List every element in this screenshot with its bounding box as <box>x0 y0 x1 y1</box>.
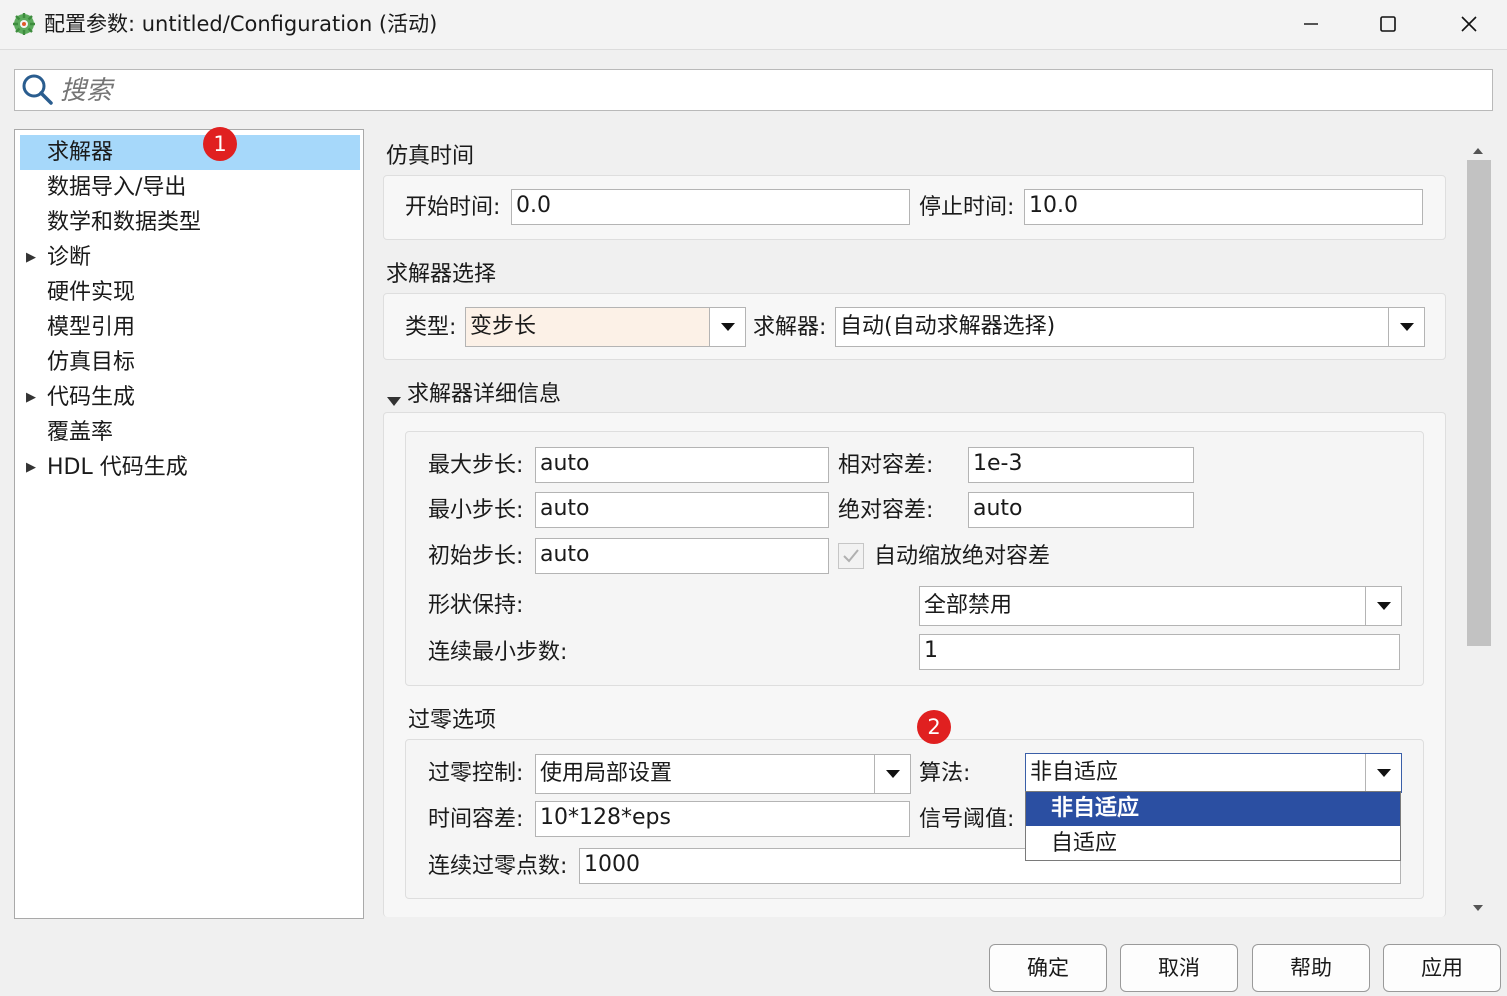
minimize-icon <box>1304 23 1318 25</box>
tree-item-label: 硬件实现 <box>47 280 136 305</box>
zc-control-select[interactable]: 使用局部设置 <box>535 754 911 794</box>
max-step-label: 最大步长: <box>428 453 524 478</box>
abs-tol-input[interactable]: auto <box>968 492 1194 528</box>
checkmark-icon <box>843 549 859 563</box>
shape-preserve-select[interactable]: 全部禁用 <box>919 586 1402 626</box>
app-gear-icon <box>13 13 35 35</box>
solver-select-value: 自动(自动求解器选择) <box>840 314 1056 339</box>
type-label: 类型: <box>405 315 457 340</box>
chevron-down-icon[interactable] <box>1388 308 1424 346</box>
zc-control-label: 过零控制: <box>428 761 524 786</box>
rel-tol-label: 相对容差: <box>838 453 934 478</box>
start-time-input[interactable]: 0.0 <box>511 189 910 225</box>
tree-item-solver[interactable]: 求解器 <box>20 135 360 170</box>
help-button[interactable]: 帮助 <box>1252 944 1370 992</box>
collapse-arrow-icon[interactable] <box>386 390 402 406</box>
max-step-input[interactable]: auto <box>535 447 829 483</box>
close-icon <box>1461 16 1477 32</box>
start-time-label: 开始时间: <box>405 195 501 220</box>
cancel-button[interactable]: 取消 <box>1120 944 1238 992</box>
type-select[interactable]: 变步长 <box>465 307 746 347</box>
expand-arrow-icon[interactable]: ▶ <box>26 240 36 275</box>
section-title-solver-details: 求解器详细信息 <box>407 382 562 407</box>
chevron-down-icon[interactable] <box>874 755 910 793</box>
tree-item-label: 求解器 <box>47 140 114 165</box>
tree-item-coverage[interactable]: 覆盖率 <box>20 415 360 450</box>
auto-scale-label: 自动缩放绝对容差 <box>874 544 1051 569</box>
category-tree: 求解器 数据导入/导出 数学和数据类型 ▶ 诊断 硬件实现 模型引用 仿真目标 … <box>14 129 364 919</box>
chevron-down-icon[interactable] <box>1365 754 1401 792</box>
expand-arrow-icon[interactable]: ▶ <box>26 450 36 485</box>
zc-control-value: 使用局部设置 <box>540 761 673 786</box>
expand-arrow-icon[interactable]: ▶ <box>26 380 36 415</box>
tree-item-label: 覆盖率 <box>47 420 114 445</box>
shape-preserve-value: 全部禁用 <box>924 593 1013 618</box>
stop-time-label: 停止时间: <box>919 195 1015 220</box>
maximize-button[interactable] <box>1353 0 1423 48</box>
chevron-down-icon[interactable] <box>1365 587 1401 625</box>
section-title-solver-select: 求解器选择 <box>386 262 497 287</box>
apply-button[interactable]: 应用 <box>1383 944 1501 992</box>
tree-item-sim-target[interactable]: 仿真目标 <box>20 345 360 380</box>
tree-item-model-ref[interactable]: 模型引用 <box>20 310 360 345</box>
solver-select[interactable]: 自动(自动求解器选择) <box>835 307 1425 347</box>
chevron-down-icon[interactable] <box>709 308 745 346</box>
tree-item-diagnostics[interactable]: ▶ 诊断 <box>20 240 360 275</box>
annotation-badge-2: 2 <box>917 710 951 744</box>
shape-preserve-label: 形状保持: <box>428 593 524 618</box>
window-title: 配置参数: untitled/Configuration (活动) <box>44 12 438 36</box>
scrollbar-thumb[interactable] <box>1467 160 1491 646</box>
stop-time-input[interactable]: 10.0 <box>1024 189 1423 225</box>
algorithm-label: 算法: <box>919 761 971 786</box>
tree-item-math-types[interactable]: 数学和数据类型 <box>20 205 360 240</box>
tree-item-data-io[interactable]: 数据导入/导出 <box>20 170 360 205</box>
min-step-label: 最小步长: <box>428 498 524 523</box>
dropdown-option-nonadaptive[interactable]: 非自适应 <box>1026 792 1400 826</box>
algorithm-select[interactable]: 非自适应 <box>1025 753 1402 793</box>
search-icon <box>22 74 53 105</box>
tree-item-label: 诊断 <box>47 245 92 270</box>
min-step-input[interactable]: auto <box>535 492 829 528</box>
rel-tol-input[interactable]: 1e-3 <box>968 447 1194 483</box>
minimize-button[interactable] <box>1276 0 1346 48</box>
init-step-input[interactable]: auto <box>535 538 829 574</box>
abs-tol-label: 绝对容差: <box>838 498 934 523</box>
annotation-badge-1: 1 <box>203 127 237 161</box>
consec-min-steps-input[interactable]: 1 <box>919 634 1400 670</box>
close-button[interactable] <box>1434 0 1504 48</box>
search-input[interactable] <box>60 75 660 107</box>
scroll-down-arrow-icon[interactable] <box>1470 896 1486 911</box>
tree-item-label: 数据导入/导出 <box>47 175 187 200</box>
section-title-sim-time: 仿真时间 <box>386 144 475 169</box>
consec-min-steps-label: 连续最小步数: <box>428 640 568 665</box>
ok-button[interactable]: 确定 <box>989 944 1107 992</box>
solver-label: 求解器: <box>753 315 827 340</box>
tree-item-label: 数学和数据类型 <box>47 210 202 235</box>
tree-item-hardware[interactable]: 硬件实现 <box>20 275 360 310</box>
tree-item-codegen[interactable]: ▶ 代码生成 <box>20 380 360 415</box>
time-tol-label: 时间容差: <box>428 807 524 832</box>
title-bar: 配置参数: untitled/Configuration (活动) <box>0 0 1507 50</box>
time-tol-input[interactable]: 10*128*eps <box>535 801 910 837</box>
signal-threshold-label: 信号阈值: <box>919 807 1015 832</box>
scroll-up-arrow-icon[interactable] <box>1470 139 1486 154</box>
consec-zc-label: 连续过零点数: <box>428 854 568 879</box>
tree-item-label: 仿真目标 <box>47 350 136 375</box>
init-step-label: 初始步长: <box>428 544 524 569</box>
dropdown-option-adaptive[interactable]: 自适应 <box>1026 827 1400 861</box>
tree-item-hdl-codegen[interactable]: ▶ HDL 代码生成 <box>20 450 360 485</box>
tree-item-label: HDL 代码生成 <box>47 455 188 480</box>
tree-item-label: 模型引用 <box>47 315 136 340</box>
tree-item-label: 代码生成 <box>47 385 136 410</box>
algorithm-value: 非自适应 <box>1030 760 1119 785</box>
auto-scale-checkbox[interactable] <box>838 543 864 569</box>
algorithm-dropdown-list: 非自适应 自适应 <box>1025 791 1401 861</box>
section-title-zero-crossing: 过零选项 <box>408 708 497 733</box>
type-select-value: 变步长 <box>470 314 537 339</box>
maximize-icon <box>1380 16 1396 32</box>
